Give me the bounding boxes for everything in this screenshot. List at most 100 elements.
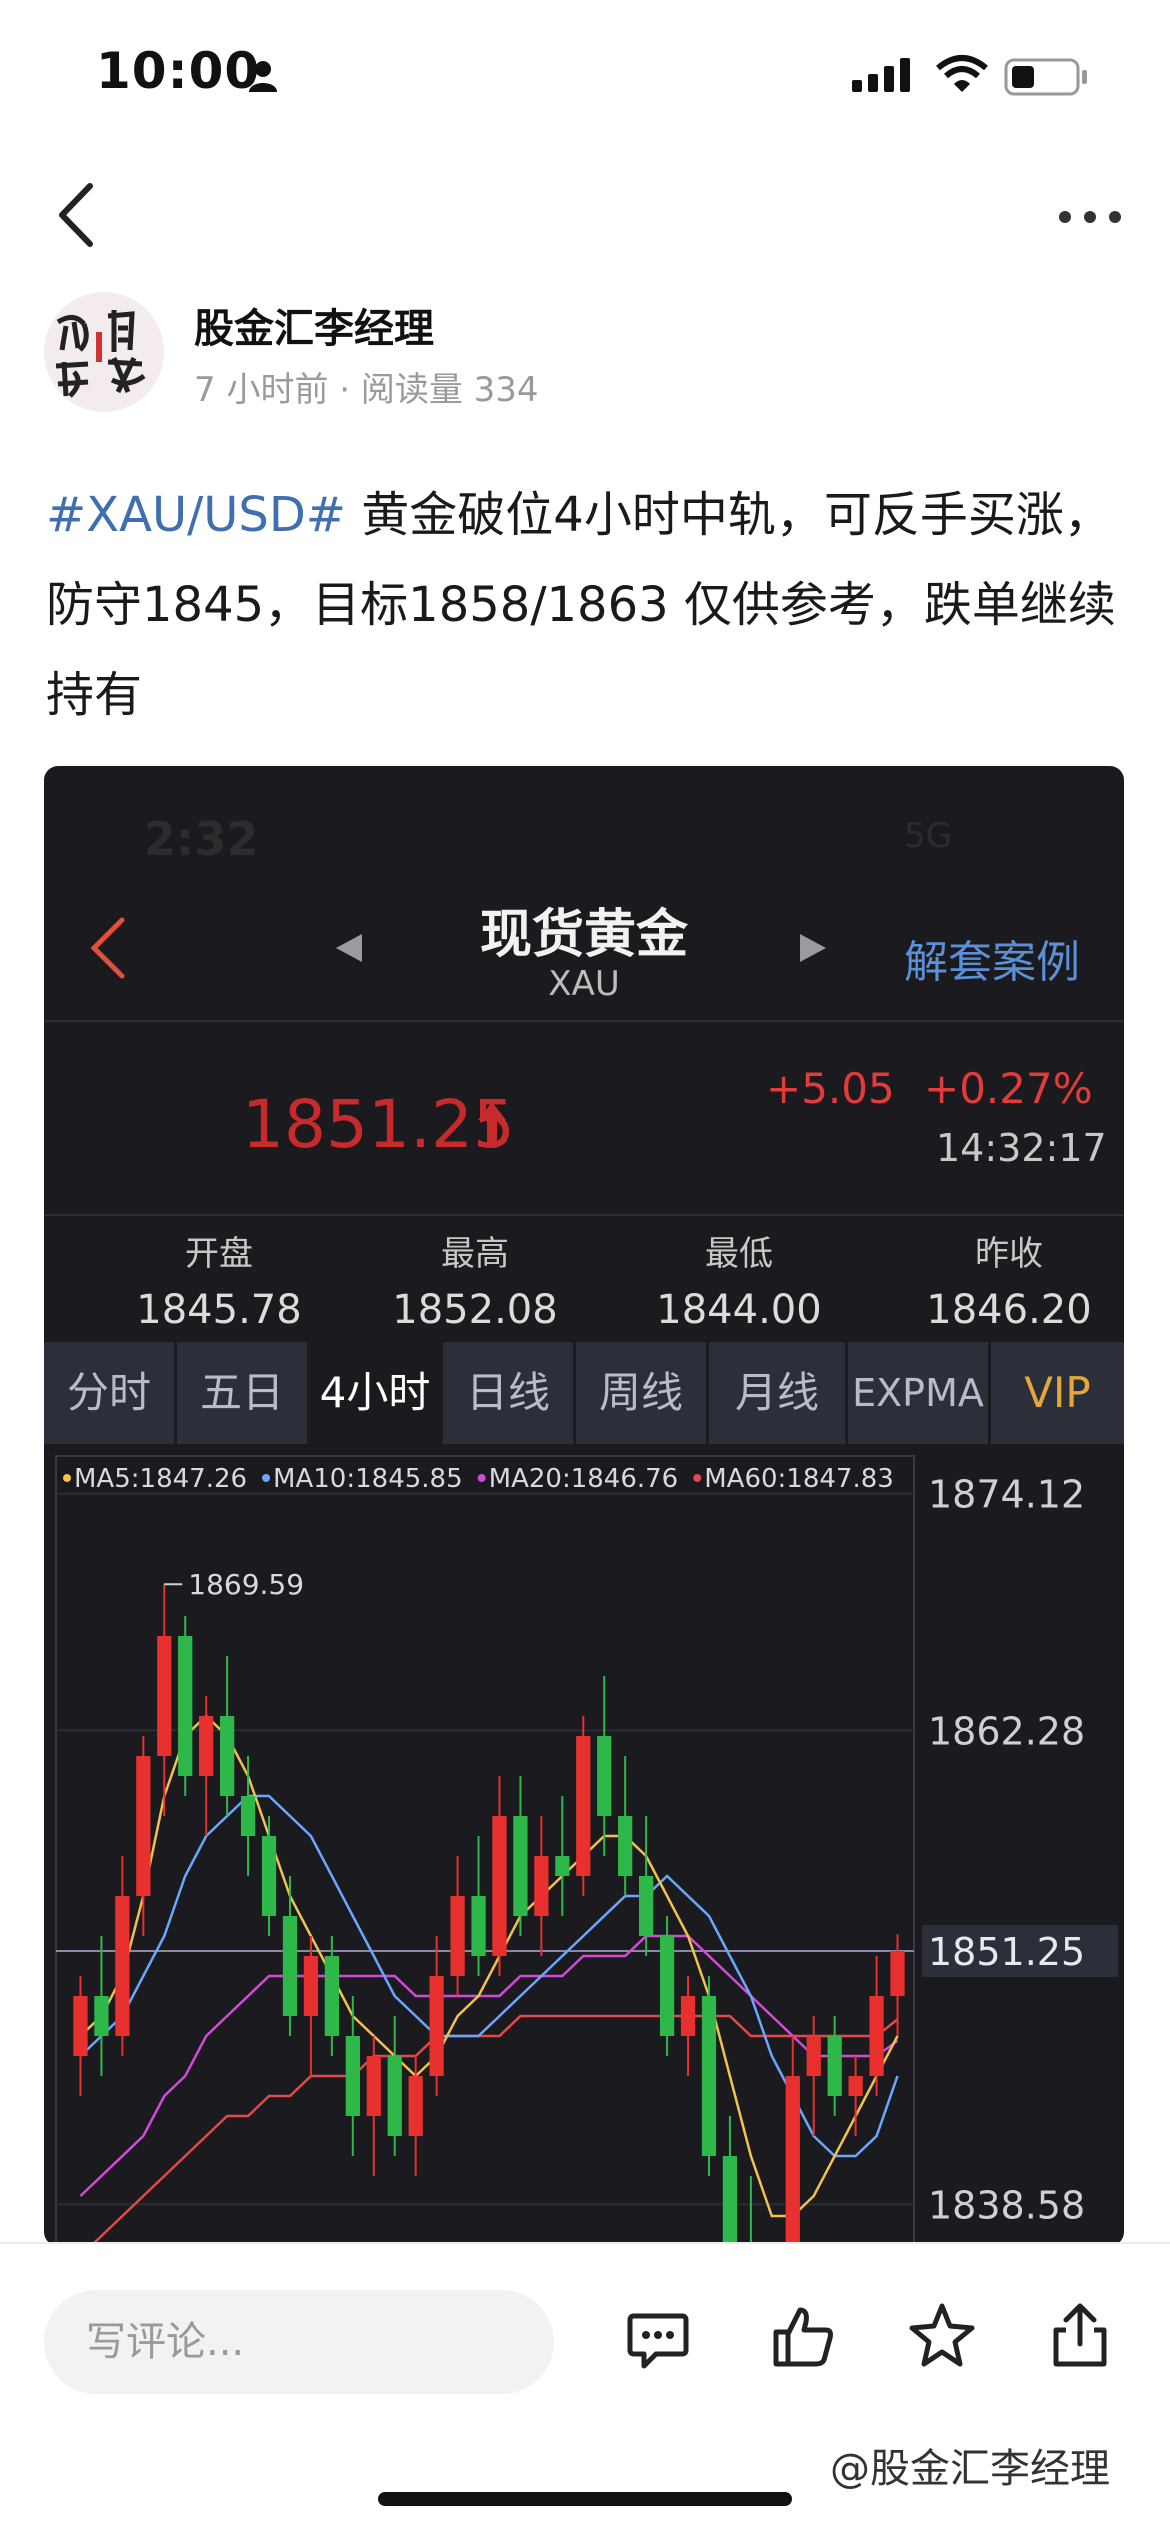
- stat-high: 最高 1852.08: [340, 1226, 610, 1333]
- stat-value: 1846.20: [926, 1287, 1092, 1333]
- stat-label: 开盘: [185, 1234, 253, 1274]
- back-arrow-icon[interactable]: [52, 180, 102, 250]
- watermark: @股金汇李经理: [830, 2446, 1110, 2492]
- ma60-line: [89, 2014, 899, 2246]
- stat-value: 1845.78: [136, 1287, 302, 1333]
- candle-body: [324, 1956, 339, 2036]
- price-up-arrow-icon: [478, 1102, 506, 1144]
- shot-status-time: 2:32: [144, 812, 259, 866]
- divider: [44, 1020, 1124, 1022]
- candle-body: [576, 1736, 591, 1876]
- topic-tag[interactable]: #XAU/USD#: [46, 487, 346, 543]
- candle-body: [261, 1836, 277, 1916]
- author-name[interactable]: 股金汇李经理: [194, 296, 434, 354]
- candle-body: [199, 1716, 214, 1776]
- stat-value: 1844.00: [656, 1287, 822, 1333]
- stat-value: 1852.08: [392, 1287, 558, 1333]
- stat-prev-close: 昨收 1846.20: [874, 1226, 1124, 1333]
- candle-body: [555, 1856, 570, 1876]
- candle-body: [282, 1916, 298, 2016]
- tab-expma: EXPMA: [852, 1371, 984, 1415]
- ma-legend-dot: [693, 1474, 702, 1482]
- status-time: 10:00: [96, 42, 261, 100]
- shot-change: +5.05: [766, 1064, 895, 1113]
- candle-body: [136, 1756, 151, 1896]
- post-meta: 7 小时前 · 阅读量 334: [194, 370, 539, 410]
- candle-body: [429, 1976, 444, 2076]
- candle-body: [492, 1816, 507, 1956]
- y-tick-label: 1874.12: [928, 1473, 1085, 1517]
- candle-body: [827, 2036, 842, 2096]
- shot-case-link: 解套案例: [904, 937, 1080, 988]
- favorite-star-icon[interactable]: [908, 2302, 976, 2370]
- candle-body: [659, 1936, 675, 2036]
- candle-body: [73, 1996, 88, 2056]
- person-icon: [249, 61, 277, 92]
- ma-legend-label: MA20:1846.76: [489, 1464, 679, 1494]
- stat-label: 昨收: [975, 1234, 1043, 1274]
- shot-change-pct: +0.27%: [924, 1064, 1093, 1113]
- candle-body: [785, 2076, 800, 2246]
- stat-low: 最低 1844.00: [604, 1226, 874, 1333]
- bottom-bar: 写评论... @股金汇李经理: [0, 2242, 1170, 2534]
- stat-label: 最低: [705, 1234, 773, 1274]
- candle-body: [869, 1996, 884, 2076]
- candle-body: [157, 1636, 172, 1756]
- candle-body: [680, 1996, 696, 2036]
- y-tick-label: 1838.58: [928, 2183, 1085, 2227]
- divider: [44, 1214, 1124, 1216]
- candle-body: [450, 1896, 465, 1976]
- comment-input[interactable]: 写评论...: [44, 2290, 554, 2394]
- period-tabs: 分时 五日 4小时 日线 周线 月线 EXPMA VIP: [44, 1342, 1124, 1444]
- plot-frame: [55, 1455, 915, 2246]
- post-text: #XAU/USD# 黄金破位4小时中轨，可反手买涨，防守1845，目标1858/…: [46, 470, 1116, 740]
- candle-body: [366, 2056, 381, 2116]
- candle-body: [303, 1956, 319, 2016]
- tab-vip: VIP: [1024, 1368, 1091, 1417]
- tab-weekly: 周线: [598, 1368, 683, 1417]
- ma-legend-label: MA10:1845.85: [273, 1464, 463, 1494]
- author-avatar[interactable]: [44, 292, 164, 412]
- tab-monthly: 月线: [734, 1368, 819, 1417]
- candle-body: [722, 2156, 738, 2246]
- candle-body: [408, 2076, 423, 2136]
- more-options-icon[interactable]: [1058, 210, 1122, 224]
- shot-next-icon: [800, 934, 826, 962]
- tab-intraday: 分时: [66, 1368, 151, 1417]
- tab-5day: 五日: [199, 1368, 284, 1417]
- ma-legend-dot: [262, 1474, 271, 1482]
- candle-body: [115, 1896, 130, 2036]
- high-marker-label: 1869.59: [188, 1568, 304, 1601]
- cellular-signal-icon: [852, 58, 910, 92]
- candle-body: [534, 1856, 549, 1916]
- candle-body: [848, 2076, 863, 2096]
- like-icon[interactable]: [770, 2304, 836, 2370]
- shot-network: 5G: [904, 816, 952, 856]
- candle-body: [597, 1736, 612, 1816]
- candle-body: [806, 2036, 821, 2076]
- candle-body: [345, 2036, 360, 2116]
- y-tick-label: 1851.25: [928, 1930, 1085, 1974]
- post-image[interactable]: 2:32 5G 现货黄金 XAU 解套案例 1851.25 +5.05 +0.2…: [44, 766, 1124, 2246]
- ma-legend-label: MA5:1847.26: [74, 1464, 247, 1494]
- candle-body: [618, 1816, 633, 1876]
- candle-body: [701, 1996, 717, 2156]
- calligraphy-logo-icon: [55, 310, 146, 398]
- stat-label: 最高: [441, 1234, 509, 1274]
- candle-body: [178, 1636, 193, 1776]
- shot-price: 1851.25: [242, 1086, 515, 1163]
- tab-4hour: 4小时: [310, 1342, 440, 1444]
- home-indicator: [378, 2492, 792, 2506]
- comment-icon[interactable]: [626, 2310, 690, 2372]
- wifi-icon: [936, 55, 988, 92]
- share-icon[interactable]: [1050, 2300, 1110, 2370]
- ma-legend-dot: [477, 1474, 486, 1482]
- shot-clock: 14:32:17: [936, 1126, 1107, 1170]
- ma-legend-label: MA60:1847.83: [704, 1464, 894, 1494]
- tab-daily: 日线: [465, 1368, 550, 1417]
- candle-body: [513, 1816, 528, 1916]
- candle-body: [471, 1896, 486, 1956]
- candle-body: [220, 1716, 235, 1796]
- y-tick-label: 1862.28: [928, 1709, 1085, 1753]
- ma5-line: [79, 1714, 899, 2218]
